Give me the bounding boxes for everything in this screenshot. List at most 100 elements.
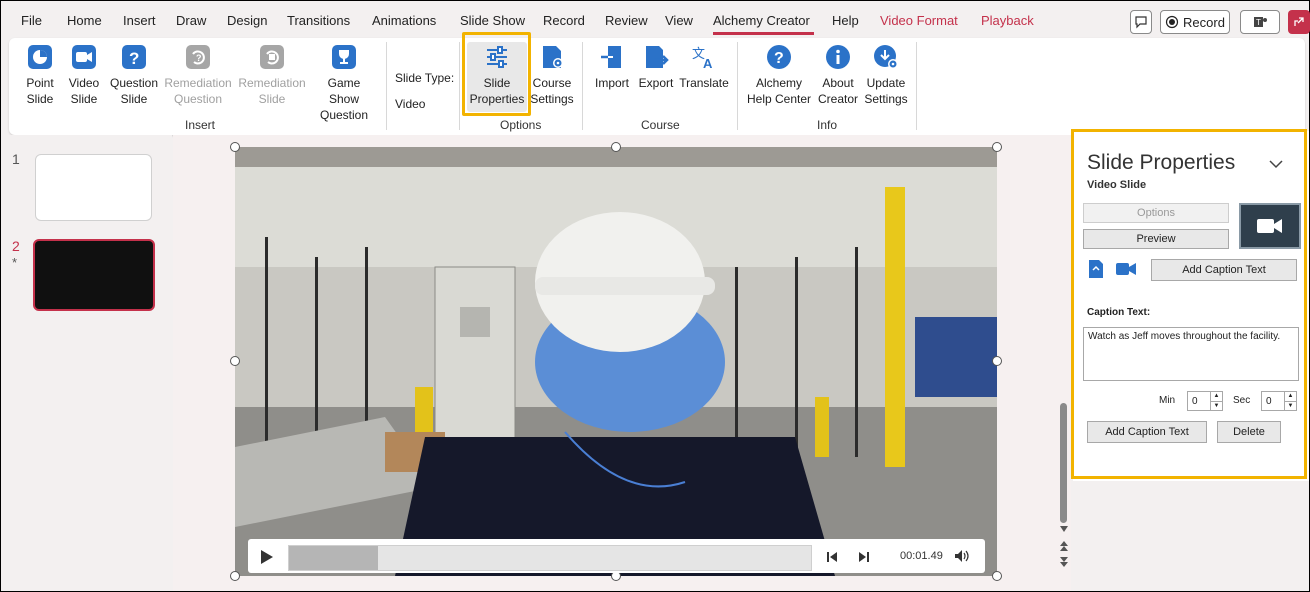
menu-help[interactable]: Help — [832, 13, 859, 28]
step-back-icon[interactable] — [826, 551, 838, 563]
slide-canvas: 00:01.49 — [173, 135, 1071, 591]
resize-handle[interactable] — [230, 356, 240, 366]
comments-button[interactable] — [1130, 10, 1152, 34]
remediation-slide-line2: Slide — [258, 92, 286, 106]
help-center-line2: Help Center — [746, 92, 812, 106]
ribbon-separator — [737, 42, 738, 130]
slide-number-2: 2 — [12, 238, 20, 254]
warehouse-video-image — [235, 147, 997, 576]
info-icon — [826, 45, 850, 69]
slide-thumbnail-2[interactable] — [33, 239, 155, 311]
scrollbar-thumb[interactable] — [1060, 403, 1067, 523]
update-settings-line2: Settings — [864, 92, 908, 106]
menu-insert[interactable]: Insert — [123, 13, 156, 28]
slide-thumbnail-1[interactable] — [35, 154, 152, 221]
import-icon — [601, 46, 621, 68]
svg-text:?: ? — [129, 49, 139, 68]
export-label: Export — [638, 76, 674, 90]
progress-fill — [289, 546, 378, 570]
about-creator-line1: About — [822, 76, 854, 90]
import-label: Import — [594, 76, 629, 90]
teams-button[interactable]: T — [1240, 10, 1280, 34]
help-icon: ? — [767, 45, 791, 69]
question-slide-button[interactable]: ? Question Slide — [108, 44, 160, 107]
menu-design[interactable]: Design — [227, 13, 267, 28]
point-slide-line1: Point — [26, 76, 54, 90]
menu-video-format[interactable]: Video Format — [880, 13, 958, 28]
menu-alchemy-creator[interactable]: Alchemy Creator — [713, 13, 810, 28]
question-slide-line2: Slide — [120, 92, 148, 106]
resize-handle[interactable] — [992, 356, 1002, 366]
video-camera-icon — [72, 45, 96, 69]
menu-view[interactable]: View — [665, 13, 693, 28]
record-dot-icon — [1165, 15, 1179, 29]
menu-draw[interactable]: Draw — [176, 13, 206, 28]
slide-star-2: * — [12, 255, 18, 270]
import-button[interactable]: Import — [591, 44, 633, 91]
slide-properties-highlight — [462, 32, 531, 116]
game-show-question-button[interactable]: Game Show Question — [311, 44, 377, 123]
resize-handle[interactable] — [230, 571, 240, 581]
game-show-line2: Question — [319, 108, 369, 122]
video-frame[interactable] — [235, 147, 997, 576]
step-forward-icon[interactable] — [858, 551, 870, 563]
play-icon[interactable] — [260, 549, 274, 565]
update-settings-button[interactable]: Update Settings — [861, 44, 911, 107]
course-settings-line2: Settings — [530, 92, 574, 106]
next-slide-icon[interactable] — [1059, 556, 1069, 568]
vertical-scrollbar[interactable] — [1057, 135, 1071, 591]
translate-button[interactable]: 文A Translate — [679, 44, 729, 91]
remediation-question-button[interactable]: ? Remediation Question — [163, 44, 233, 107]
course-group-label: Course — [641, 118, 680, 132]
remediation-question-icon: ? — [186, 45, 210, 69]
menu-slide-show[interactable]: Slide Show — [460, 13, 525, 28]
scroll-down-icon[interactable] — [1059, 525, 1069, 533]
pie-chart-icon — [28, 45, 52, 69]
menu-transitions[interactable]: Transitions — [287, 13, 350, 28]
share-icon — [1294, 17, 1304, 26]
update-gear-icon — [874, 45, 898, 69]
volume-icon[interactable] — [954, 549, 970, 563]
resize-handle[interactable] — [230, 142, 240, 152]
point-slide-button[interactable]: Point Slide — [21, 44, 59, 107]
svg-text:?: ? — [196, 53, 202, 63]
menu-animations[interactable]: Animations — [372, 13, 436, 28]
resize-handle[interactable] — [992, 142, 1002, 152]
translate-icon: 文A — [692, 47, 713, 70]
resize-handle[interactable] — [992, 571, 1002, 581]
teams-icon: T — [1254, 17, 1267, 27]
menu-home[interactable]: Home — [67, 13, 102, 28]
slide-number-1: 1 — [12, 151, 20, 167]
record-label: Record — [1183, 14, 1225, 30]
resize-handle[interactable] — [611, 142, 621, 152]
video-player-controls: 00:01.49 — [248, 539, 985, 573]
menu-record[interactable]: Record — [543, 13, 585, 28]
about-creator-button[interactable]: About Creator — [815, 44, 861, 107]
point-slide-line2: Slide — [26, 92, 54, 106]
insert-group-label: Insert — [185, 118, 216, 132]
remediation-slide-button[interactable]: Remediation Slide — [237, 44, 307, 107]
help-center-button[interactable]: ? Alchemy Help Center — [745, 44, 813, 107]
progress-bar[interactable] — [288, 545, 812, 571]
export-button[interactable]: Export — [636, 44, 676, 91]
document-gear-icon — [543, 46, 563, 68]
video-slide-line1: Video — [68, 76, 100, 90]
menu-file[interactable]: File — [21, 13, 42, 28]
menu-review[interactable]: Review — [605, 13, 648, 28]
slide-type-label: Slide Type: — [395, 71, 455, 85]
video-slide-button[interactable]: Video Slide — [65, 44, 103, 107]
previous-slide-icon[interactable] — [1059, 540, 1069, 552]
remediation-slide-icon — [260, 45, 284, 69]
svg-text:T: T — [1256, 18, 1261, 27]
record-button[interactable]: Record — [1160, 10, 1230, 34]
question-icon: ? — [122, 45, 146, 69]
share-button[interactable] — [1288, 10, 1310, 34]
slide-properties-pane-highlight — [1071, 129, 1307, 479]
svg-text:?: ? — [774, 50, 784, 67]
course-settings-button[interactable]: Course Settings — [529, 44, 575, 107]
menu-playback[interactable]: Playback — [981, 13, 1034, 28]
update-settings-line1: Update — [866, 76, 906, 90]
game-show-line1: Game Show — [327, 76, 361, 106]
comment-icon — [1135, 16, 1147, 29]
course-settings-line1: Course — [532, 76, 572, 90]
